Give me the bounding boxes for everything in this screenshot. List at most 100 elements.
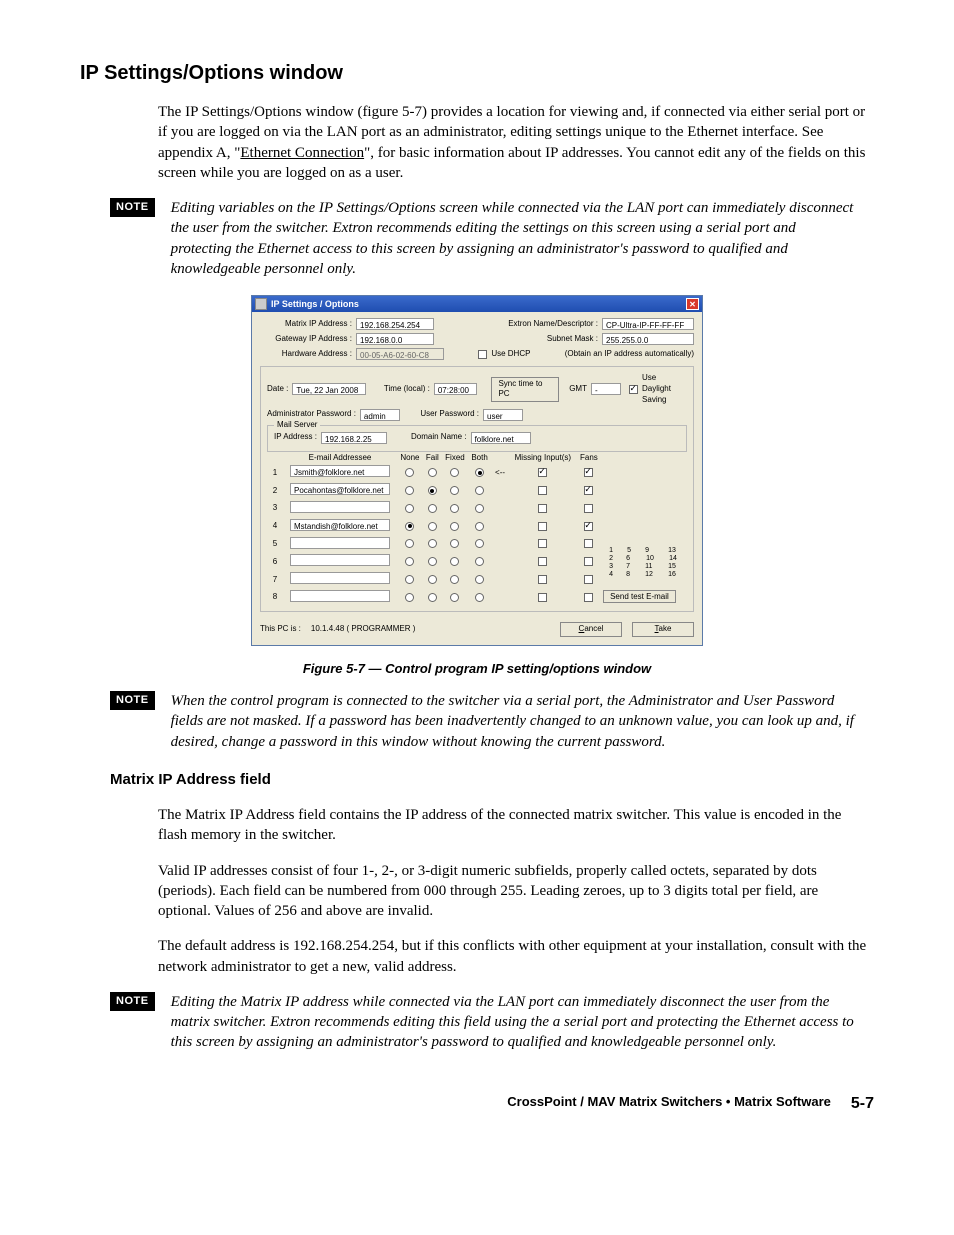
date-field[interactable]: Tue, 22 Jan 2008 [292, 383, 366, 395]
intro-paragraph: The IP Settings/Options window (figure 5… [158, 102, 874, 183]
cancel-button[interactable]: Cancel [560, 622, 622, 637]
email-field[interactable]: Jsmith@folklore.net [290, 465, 390, 477]
dialog-title: IP Settings / Options [271, 298, 359, 310]
checkbox[interactable] [538, 522, 547, 531]
email-field[interactable] [290, 501, 390, 513]
radio[interactable] [450, 486, 459, 495]
checkbox[interactable] [584, 575, 593, 584]
sync-time-button[interactable]: Sync time to PC [491, 377, 559, 403]
radio[interactable] [428, 504, 437, 513]
radio[interactable] [405, 468, 414, 477]
body-paragraph: The Matrix IP Address field contains the… [158, 805, 874, 846]
checkbox[interactable] [538, 593, 547, 602]
radio[interactable] [428, 468, 437, 477]
domain-field[interactable]: folklore.net [471, 432, 531, 444]
radio[interactable] [428, 557, 437, 566]
radio[interactable] [475, 504, 484, 513]
note-badge: NOTE [110, 198, 155, 217]
checkbox[interactable] [538, 504, 547, 513]
dhcp-checkbox[interactable] [478, 350, 487, 359]
radio[interactable] [475, 575, 484, 584]
matrix-ip-label: Matrix IP Address : [260, 319, 352, 330]
table-row: 2Pocahontas@folklore.net [267, 482, 687, 500]
app-icon [255, 298, 267, 310]
user-pw-field[interactable]: user [483, 409, 523, 421]
radio[interactable] [405, 557, 414, 566]
radio[interactable] [475, 557, 484, 566]
time-group: Date : Tue, 22 Jan 2008 Time (local) : 0… [260, 366, 694, 612]
radio[interactable] [405, 504, 414, 513]
daylight-checkbox[interactable] [629, 385, 638, 394]
email-field[interactable] [290, 554, 390, 566]
subnet-field[interactable]: 255.255.0.0 [602, 333, 694, 345]
email-field[interactable] [290, 537, 390, 549]
email-field[interactable] [290, 572, 390, 584]
note-text: Editing variables on the IP Settings/Opt… [171, 198, 874, 279]
email-field[interactable] [290, 590, 390, 602]
checkbox[interactable] [538, 468, 547, 477]
checkbox[interactable] [538, 486, 547, 495]
radio[interactable] [475, 522, 484, 531]
checkbox[interactable] [584, 468, 593, 477]
radio[interactable] [475, 593, 484, 602]
admin-pw-field[interactable]: admin [360, 409, 400, 421]
radio[interactable] [428, 593, 437, 602]
user-pw-label: User Password : [420, 409, 479, 420]
radio[interactable] [475, 486, 484, 495]
email-field[interactable]: Mstandish@folklore.net [290, 519, 390, 531]
table-row: 3 [267, 500, 687, 518]
close-icon[interactable]: ✕ [686, 298, 699, 310]
radio[interactable] [450, 468, 459, 477]
extron-name-label: Extron Name/Descriptor : [508, 319, 598, 330]
radio[interactable] [405, 522, 414, 531]
checkbox[interactable] [538, 575, 547, 584]
radio[interactable] [450, 557, 459, 566]
checkbox[interactable] [584, 522, 593, 531]
page-number: 5-7 [851, 1093, 874, 1115]
checkbox[interactable] [584, 593, 593, 602]
radio[interactable] [428, 486, 437, 495]
subsection-heading: Matrix IP Address field [110, 770, 874, 790]
body-paragraph: The default address is 192.168.254.254, … [158, 936, 874, 977]
time-field[interactable]: 07:28:00 [434, 383, 478, 395]
matrix-ip-field[interactable]: 192.168.254.254 [356, 318, 434, 330]
ip-settings-dialog: IP Settings / Options ✕ Matrix IP Addres… [251, 295, 703, 646]
take-button[interactable]: Take [632, 622, 694, 637]
radio[interactable] [405, 486, 414, 495]
radio[interactable] [450, 575, 459, 584]
this-pc-label: This PC is : [260, 624, 301, 635]
gateway-ip-field[interactable]: 192.168.0.0 [356, 333, 434, 345]
radio[interactable] [428, 522, 437, 531]
mail-ip-field[interactable]: 192.168.2.25 [321, 432, 387, 444]
table-row: 515913261014371115481216 [267, 536, 687, 554]
checkbox[interactable] [584, 557, 593, 566]
radio[interactable] [475, 468, 484, 477]
table-row: 1Jsmith@folklore.net<-- [267, 464, 687, 482]
note-block-3: NOTE Editing the Matrix IP address while… [80, 992, 874, 1053]
radio[interactable] [450, 593, 459, 602]
radio[interactable] [428, 539, 437, 548]
radio[interactable] [405, 539, 414, 548]
email-field[interactable]: Pocahontas@folklore.net [290, 483, 390, 495]
checkbox[interactable] [538, 557, 547, 566]
gmt-field[interactable]: - 08.00 [591, 383, 621, 395]
this-pc-value: 10.1.4.48 ( PROGRAMMER ) [311, 624, 415, 635]
checkbox[interactable] [584, 504, 593, 513]
gateway-ip-label: Gateway IP Address : [260, 334, 352, 345]
radio[interactable] [475, 539, 484, 548]
radio[interactable] [450, 539, 459, 548]
checkbox[interactable] [584, 539, 593, 548]
radio[interactable] [450, 504, 459, 513]
subnet-label: Subnet Mask : [547, 334, 598, 345]
radio[interactable] [405, 593, 414, 602]
radio[interactable] [450, 522, 459, 531]
ethernet-link[interactable]: Ethernet Connection [240, 145, 364, 161]
extron-name-field[interactable]: CP-Ultra-IP-FF-FF-FF [602, 318, 694, 330]
checkbox[interactable] [538, 539, 547, 548]
radio[interactable] [405, 575, 414, 584]
hwaddr-field: 00-05-A6-02-60-C8 [356, 348, 444, 360]
checkbox[interactable] [584, 486, 593, 495]
send-test-button[interactable]: Send test E-mail [603, 590, 676, 603]
dialog-titlebar: IP Settings / Options ✕ [252, 296, 702, 312]
radio[interactable] [428, 575, 437, 584]
